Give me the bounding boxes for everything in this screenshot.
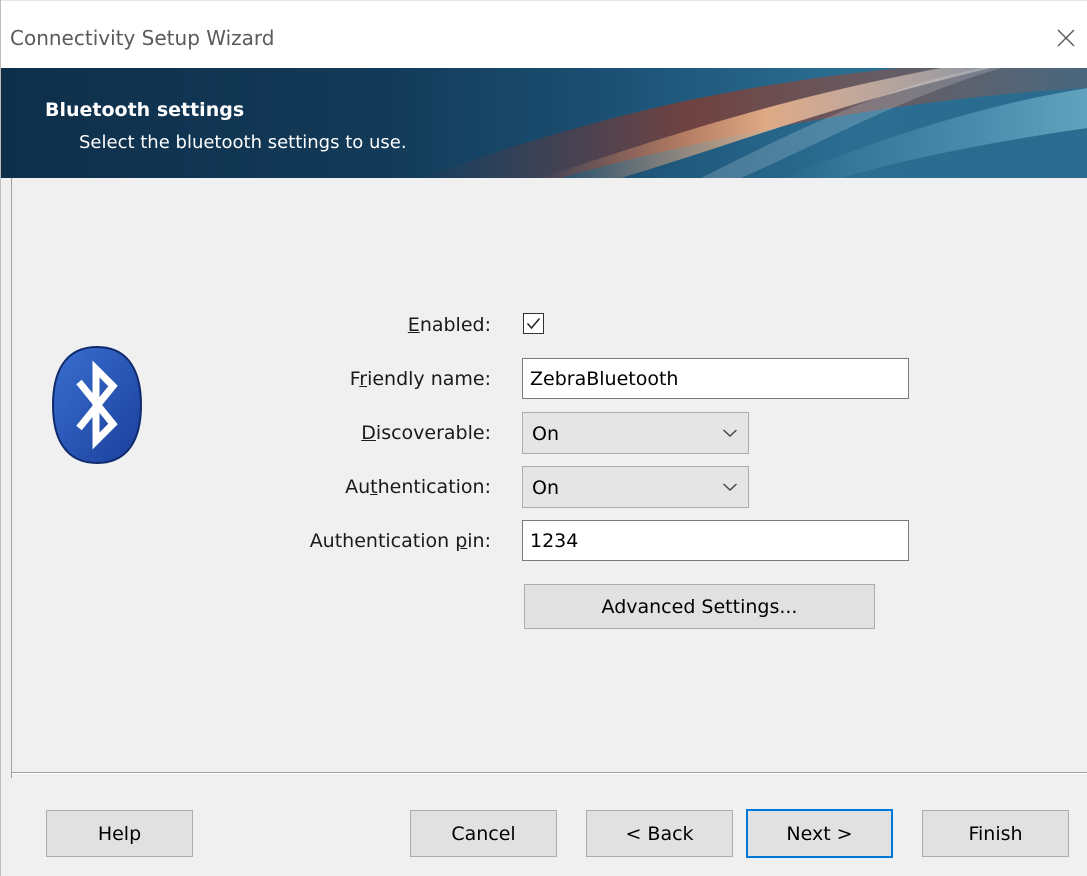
banner-subtitle: Select the bluetooth settings to use. (79, 132, 407, 153)
authentication-pin-label: Authentication pin: (309, 530, 491, 552)
close-button[interactable] (1051, 23, 1081, 53)
discoverable-value: On (532, 423, 559, 445)
checkmark-icon (526, 318, 541, 330)
wizard-window: Connectivity Setup Wizard Bluetooth sett… (0, 0, 1087, 876)
discoverable-label: Discoverable: (361, 422, 491, 444)
banner-swoosh-graphic (421, 68, 1087, 178)
friendly-name-input[interactable] (522, 358, 909, 399)
title-bar: Connectivity Setup Wizard (1, 0, 1087, 68)
banner-title: Bluetooth settings (45, 99, 245, 121)
chevron-down-icon (723, 429, 737, 437)
authentication-pin-input[interactable] (522, 520, 909, 561)
header-banner: Bluetooth settings Select the bluetooth … (1, 68, 1087, 178)
authentication-value: On (532, 477, 559, 499)
close-icon (1057, 29, 1075, 47)
enabled-label: Enabled: (407, 314, 491, 336)
friendly-name-label: Friendly name: (349, 368, 491, 390)
bluetooth-icon (51, 345, 143, 465)
cancel-button[interactable]: Cancel (410, 810, 557, 857)
back-button[interactable]: < Back (586, 810, 733, 857)
authentication-select[interactable]: On (522, 466, 749, 508)
window-title: Connectivity Setup Wizard (10, 26, 275, 50)
content-left-border (11, 178, 12, 778)
next-button[interactable]: Next > (746, 809, 893, 858)
enabled-checkbox[interactable] (523, 313, 544, 334)
advanced-settings-button[interactable]: Advanced Settings... (524, 584, 875, 629)
footer-separator (12, 772, 1087, 774)
authentication-label: Authentication: (345, 476, 491, 498)
help-button[interactable]: Help (46, 810, 193, 857)
chevron-down-icon (723, 483, 737, 491)
finish-button[interactable]: Finish (922, 810, 1069, 857)
discoverable-select[interactable]: On (522, 412, 749, 454)
